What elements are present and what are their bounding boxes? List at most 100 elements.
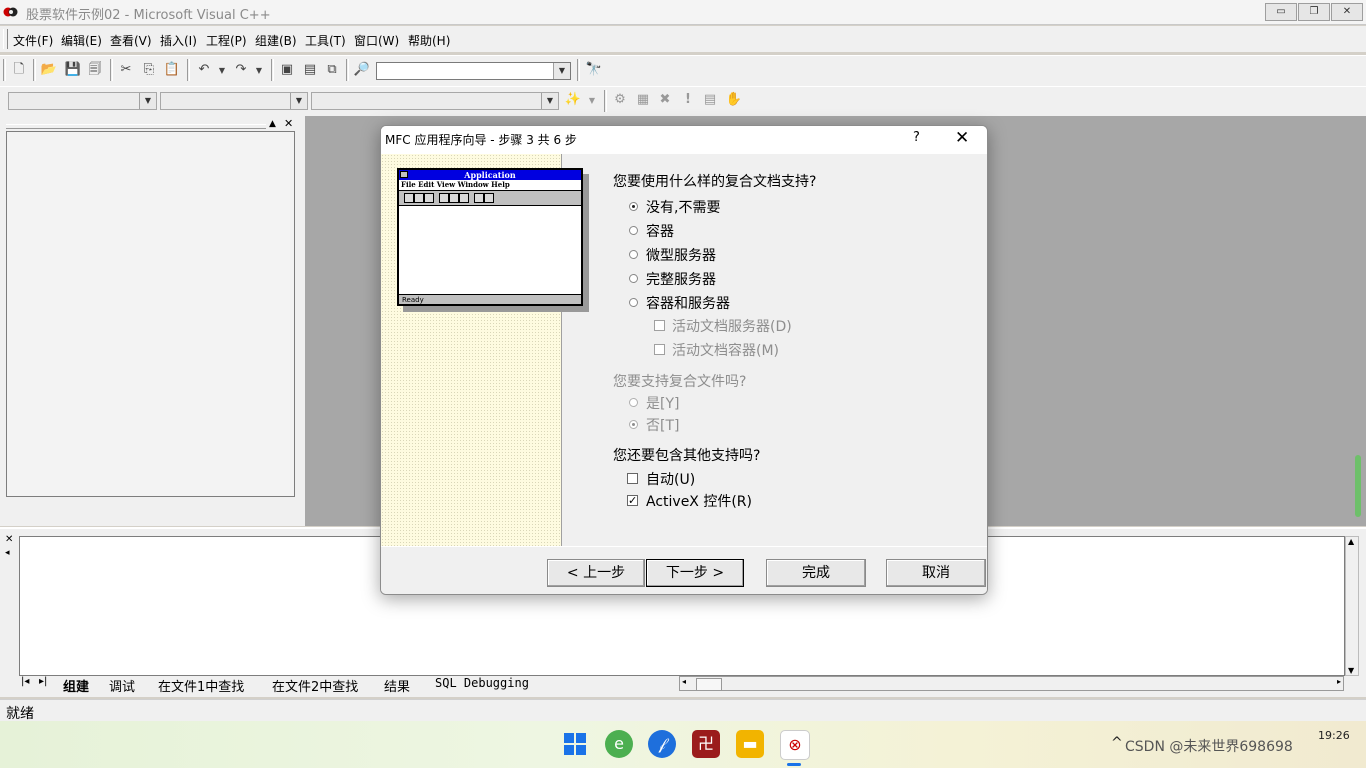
undo-dropdown-icon[interactable]: ▼ [213, 62, 231, 80]
visual-cpp-taskbar-icon[interactable]: ⊗ [780, 730, 810, 760]
activex-label[interactable]: ActiveX 控件(R) [646, 491, 752, 511]
cut-icon[interactable]: ✂ [117, 61, 135, 79]
window-list-icon[interactable]: ⧉ [323, 61, 341, 79]
compile-icon[interactable]: ⚙ [611, 91, 629, 109]
radio-mini-server[interactable] [629, 250, 638, 259]
menu-help[interactable]: 帮助(H) [408, 32, 450, 49]
radio-none[interactable] [629, 202, 638, 211]
active-doc-container-label[interactable]: 活动文档容器(M) [672, 340, 779, 360]
checkbox-active-doc-container[interactable] [654, 344, 665, 355]
cancel-button[interactable]: 取消 [886, 559, 986, 587]
chevron-down-icon[interactable]: ▼ [541, 93, 558, 109]
minimize-button[interactable]: ▭ [1265, 3, 1297, 21]
menu-build[interactable]: 组建(B) [255, 32, 297, 49]
active-doc-server-label[interactable]: 活动文档服务器(D) [672, 316, 792, 336]
build-icon[interactable]: ▦ [634, 91, 652, 109]
tab-scroll-left-icon[interactable]: |◂ [21, 676, 29, 687]
tab-find-in-files-2[interactable]: 在文件2中查找 [272, 676, 358, 695]
browser-icon[interactable]: e [605, 730, 633, 758]
tab-build[interactable]: 组建 [63, 676, 89, 695]
output-window-icon[interactable]: ▤ [301, 61, 319, 79]
next-button[interactable]: 下一步 > [646, 559, 744, 587]
radio-container[interactable] [629, 226, 638, 235]
class-combo[interactable]: ▼ [8, 92, 157, 110]
menu-project[interactable]: 工程(P) [206, 32, 247, 49]
find-combo[interactable]: ▼ [376, 62, 571, 80]
clock-time[interactable]: 19:26 [1318, 729, 1350, 742]
copy-icon[interactable]: ⎘ [140, 61, 158, 79]
chevron-down-icon[interactable]: ▼ [290, 93, 307, 109]
radio-mini-server-label[interactable]: 微型服务器 [646, 245, 716, 265]
scroll-left-icon[interactable]: ◂ [682, 677, 686, 686]
close-icon[interactable]: ✕ [955, 128, 969, 148]
tab-scroll-right-icon[interactable]: ▸| [39, 676, 47, 687]
radio-container-and-server-label[interactable]: 容器和服务器 [646, 293, 730, 313]
window-title-bar[interactable]: 股票软件示例02 - Microsoft Visual C++ ▭ ❐ ✕ [0, 0, 1366, 25]
checkbox-active-doc-server[interactable] [654, 320, 665, 331]
wizard-dropdown-icon[interactable]: ▼ [583, 92, 601, 110]
maximize-pane-icon[interactable]: ◂ [5, 548, 10, 558]
output-vertical-scrollbar[interactable]: ▲ ▼ [1345, 536, 1359, 676]
scroll-down-icon[interactable]: ▼ [1348, 666, 1354, 675]
tab-debug[interactable]: 调试 [109, 676, 135, 695]
members-combo[interactable]: ▼ [311, 92, 559, 110]
go-icon[interactable]: ▤ [701, 91, 719, 109]
close-pane-icon[interactable]: ✕ [284, 117, 293, 130]
new-file-icon[interactable]: 🗋 [10, 61, 28, 79]
wizard-action-icon[interactable]: ✨ [564, 91, 582, 109]
scroll-right-icon[interactable]: ▸ [1337, 677, 1341, 686]
menu-edit[interactable]: 编辑(E) [61, 32, 102, 49]
radio-container-and-server[interactable] [629, 298, 638, 307]
windows-start-icon[interactable] [561, 730, 589, 758]
close-pane-icon[interactable]: ✕ [5, 534, 13, 545]
paste-icon[interactable]: 📋 [163, 61, 181, 79]
scroll-up-icon[interactable]: ▲ [1348, 537, 1354, 546]
execute-icon[interactable]: ! [679, 91, 697, 109]
open-folder-icon[interactable]: 📂 [40, 61, 58, 79]
save-all-icon[interactable]: 🗐 [86, 61, 104, 79]
file-explorer-icon[interactable]: ▬ [736, 730, 764, 758]
checkbox-activex[interactable]: ✓ [627, 495, 638, 506]
dialog-title-bar[interactable]: MFC 应用程序向导 - 步骤 3 共 6 步 ? ✕ [381, 126, 987, 154]
radio-full-server-label[interactable]: 完整服务器 [646, 269, 716, 289]
tab-results[interactable]: 结果 [384, 676, 410, 695]
radio-compound-yes-label[interactable]: 是[Y] [646, 393, 679, 413]
radio-compound-no[interactable] [629, 420, 638, 429]
automation-label[interactable]: 自动(U) [646, 469, 695, 489]
filter-combo[interactable]: ▼ [160, 92, 308, 110]
restore-button[interactable]: ❐ [1298, 3, 1330, 21]
output-horizontal-scrollbar[interactable]: ◂ ▸ [679, 676, 1344, 691]
menu-window[interactable]: 窗口(W) [354, 32, 399, 49]
workspace-tree[interactable] [6, 131, 295, 497]
find-icon[interactable]: 🔭 [585, 61, 603, 79]
chevron-down-icon[interactable]: ▼ [553, 63, 570, 79]
menu-bar-grip[interactable] [3, 29, 8, 49]
help-icon[interactable]: ? [913, 130, 920, 145]
undo-icon[interactable]: ↶ [195, 61, 213, 79]
game-app-icon[interactable]: 卍 [692, 730, 720, 758]
redo-icon[interactable]: ↷ [232, 61, 250, 79]
save-icon[interactable]: 💾 [64, 61, 82, 79]
chevron-down-icon[interactable]: ▼ [139, 93, 156, 109]
menu-tools[interactable]: 工具(T) [305, 32, 346, 49]
toolbar-grip[interactable] [3, 59, 6, 81]
find-in-files-icon[interactable]: 🔎 [353, 61, 371, 79]
stop-build-icon[interactable]: ✖ [656, 91, 674, 109]
tab-sql-debugging[interactable]: SQL Debugging [435, 676, 529, 690]
scroll-thumb[interactable] [696, 678, 722, 691]
maximize-pane-icon[interactable]: ▲ [269, 119, 276, 129]
menu-insert[interactable]: 插入(I) [160, 32, 197, 49]
finish-button[interactable]: 完成 [766, 559, 866, 587]
tray-expand-icon[interactable]: ^ [1111, 735, 1123, 751]
redo-dropdown-icon[interactable]: ▼ [250, 62, 268, 80]
menu-file[interactable]: 文件(F) [13, 32, 53, 49]
menu-view[interactable]: 查看(V) [110, 32, 152, 49]
checkbox-automation[interactable] [627, 473, 638, 484]
close-button[interactable]: ✕ [1331, 3, 1363, 21]
radio-none-label[interactable]: 没有,不需要 [646, 197, 720, 217]
radio-full-server[interactable] [629, 274, 638, 283]
radio-compound-yes[interactable] [629, 398, 638, 407]
breakpoint-icon[interactable]: ✋ [725, 91, 743, 109]
feishu-icon[interactable]: 𝒻 [648, 730, 676, 758]
radio-container-label[interactable]: 容器 [646, 221, 674, 241]
